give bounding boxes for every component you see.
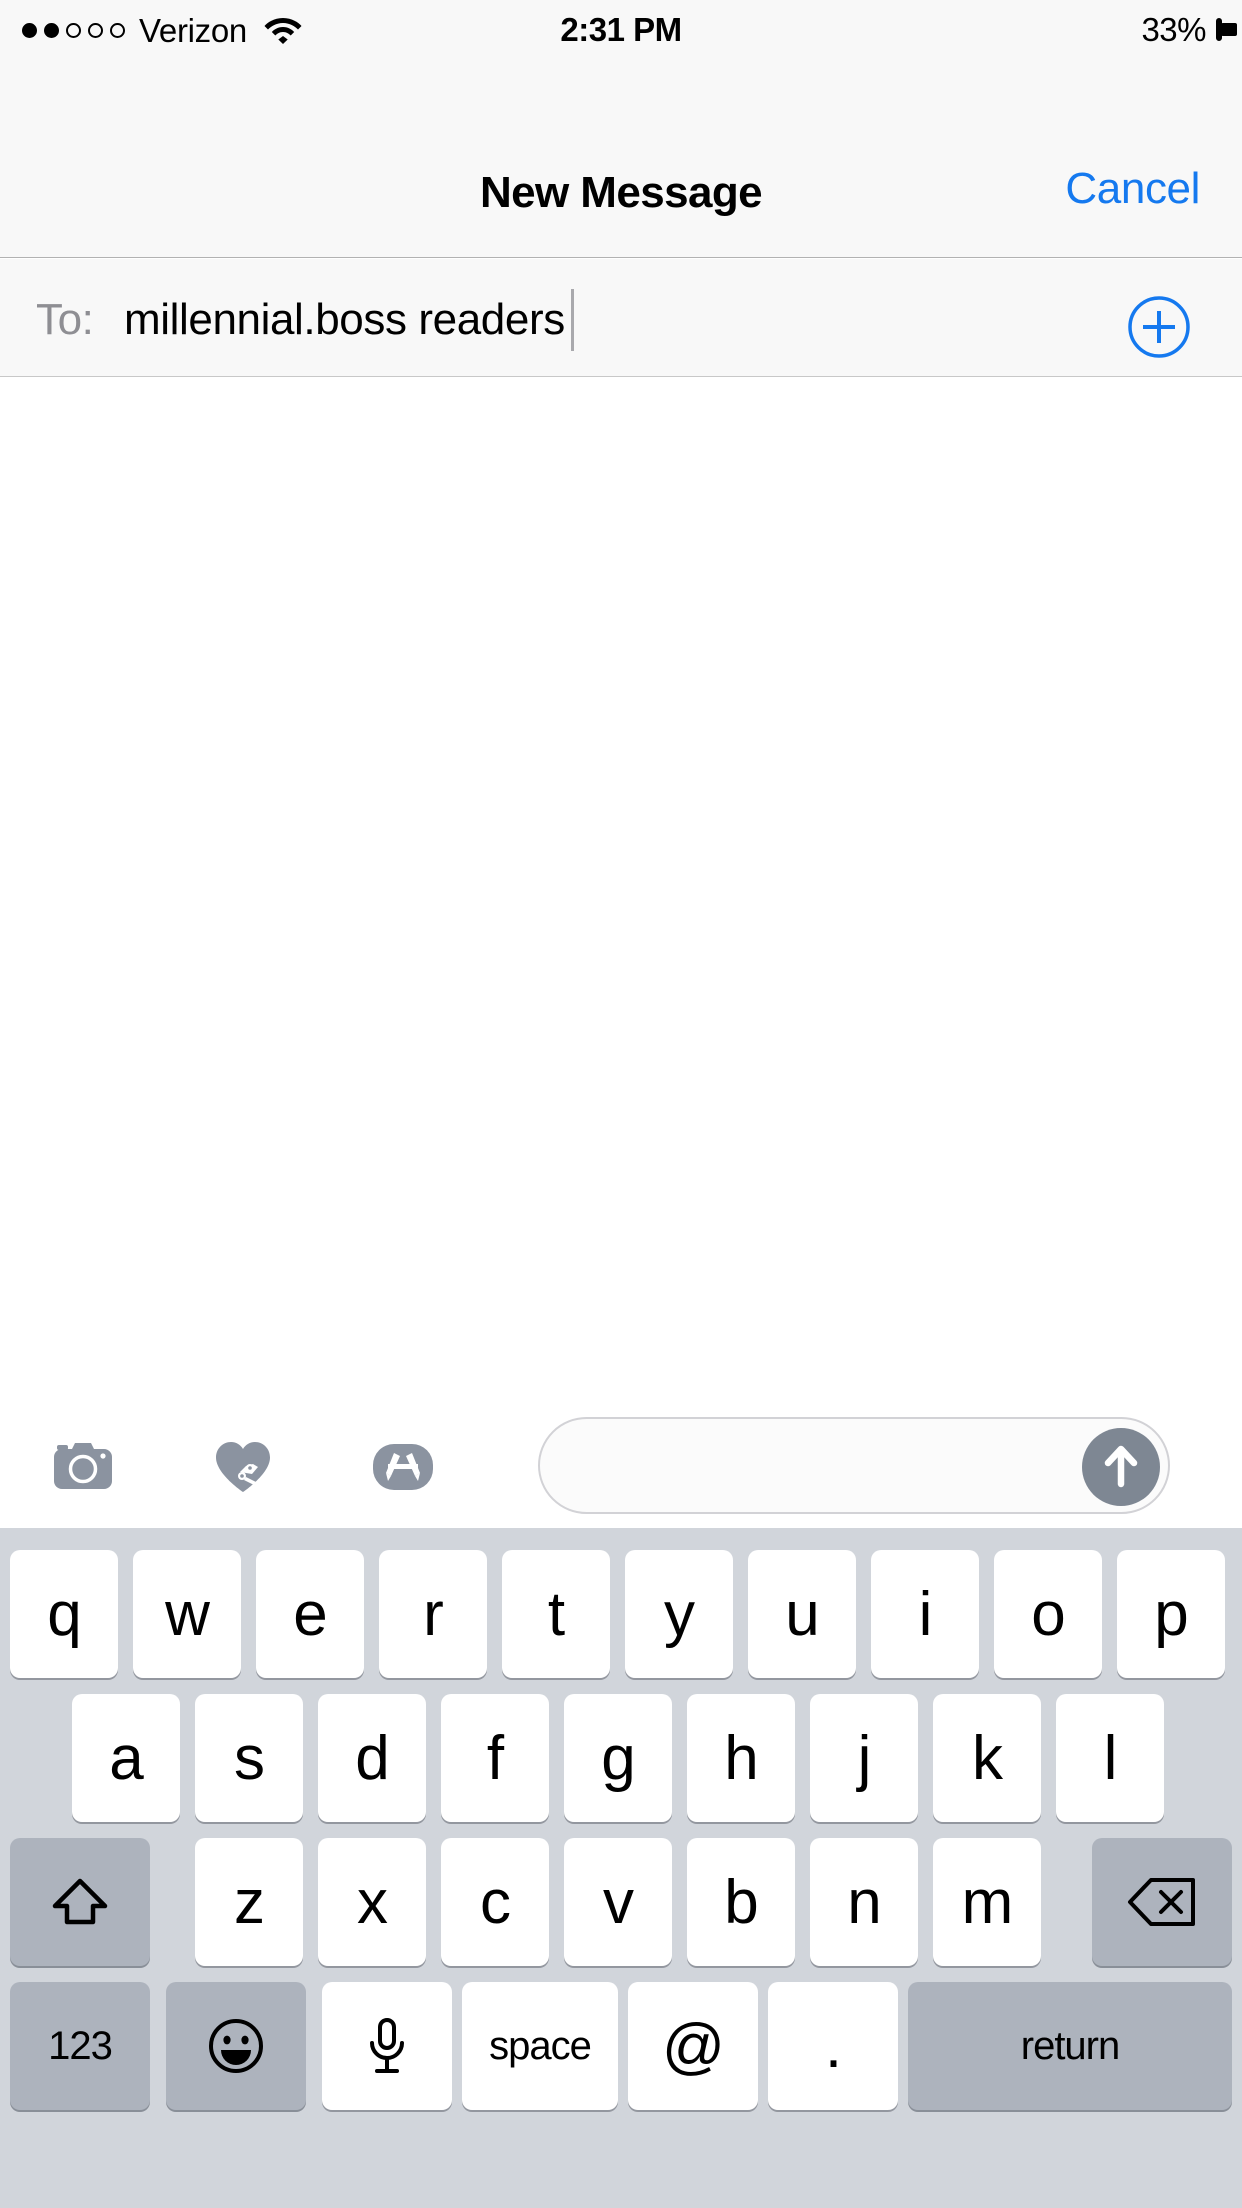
smiley-face-icon[interactable]	[166, 1982, 306, 2110]
shift-arrow-icon[interactable]	[10, 1838, 150, 1966]
camera-icon[interactable]	[52, 1436, 114, 1498]
heart-hand-icon[interactable]	[212, 1436, 274, 1498]
key-w[interactable]: w	[133, 1550, 241, 1678]
key-q[interactable]: q	[10, 1550, 118, 1678]
message-input[interactable]	[568, 1419, 1078, 1516]
microphone-icon[interactable]	[322, 1982, 452, 2110]
on-screen-keyboard: q w e r t y u i o p a s d f g h j k l z …	[0, 1528, 1242, 2208]
key-c[interactable]: c	[441, 1838, 549, 1966]
message-input-container[interactable]	[538, 1417, 1170, 1516]
key-u[interactable]: u	[748, 1550, 856, 1678]
key-h[interactable]: h	[687, 1694, 795, 1822]
key-n[interactable]: n	[810, 1838, 918, 1966]
add-contact-button[interactable]	[1128, 296, 1190, 358]
keyboard-row-1: q w e r t y u i o p	[0, 1550, 1242, 1678]
key-a[interactable]: a	[72, 1694, 180, 1822]
key-y[interactable]: y	[625, 1550, 733, 1678]
space-key[interactable]: space	[462, 1982, 618, 2110]
send-button[interactable]	[1082, 1428, 1160, 1506]
key-o[interactable]: o	[994, 1550, 1102, 1678]
key-i[interactable]: i	[871, 1550, 979, 1678]
key-g[interactable]: g	[564, 1694, 672, 1822]
key-r[interactable]: r	[379, 1550, 487, 1678]
key-s[interactable]: s	[195, 1694, 303, 1822]
key-d[interactable]: d	[318, 1694, 426, 1822]
keyboard-row-4: 123 space @ . return	[0, 1982, 1242, 2110]
key-p[interactable]: p	[1117, 1550, 1225, 1678]
conversation-body	[0, 378, 1242, 1406]
key-l[interactable]: l	[1056, 1694, 1164, 1822]
app-store-icon[interactable]	[372, 1436, 434, 1498]
key-v[interactable]: v	[564, 1838, 672, 1966]
key-e[interactable]: e	[256, 1550, 364, 1678]
battery-percent-label: 33%	[1141, 11, 1206, 48]
key-j[interactable]: j	[810, 1694, 918, 1822]
key-z[interactable]: z	[195, 1838, 303, 1966]
status-bar: Verizon 2:31 PM 33%	[0, 0, 1242, 60]
to-label: To:	[36, 295, 94, 344]
key-t[interactable]: t	[502, 1550, 610, 1678]
key-b[interactable]: b	[687, 1838, 795, 1966]
period-key[interactable]: .	[768, 1982, 898, 2110]
key-x[interactable]: x	[318, 1838, 426, 1966]
status-bar-time: 2:31 PM	[560, 11, 682, 48]
return-key[interactable]: return	[908, 1982, 1232, 2110]
numeric-mode-key[interactable]: 123	[10, 1982, 150, 2110]
navigation-bar: New Message Cancel	[0, 60, 1242, 258]
iphone-screen: Verizon 2:31 PM 33% New Message Cancel T…	[0, 0, 1242, 2208]
recipient-field-row[interactable]: To: millennial.boss readers	[0, 259, 1242, 377]
keyboard-row-2: a s d f g h j k l	[0, 1694, 1242, 1822]
key-m[interactable]: m	[933, 1838, 1041, 1966]
status-bar-right: 33%	[1141, 0, 1237, 60]
key-k[interactable]: k	[933, 1694, 1041, 1822]
cancel-button[interactable]: Cancel	[1065, 164, 1200, 214]
page-title: New Message	[480, 168, 763, 217]
keyboard-row-3: z x c v b n m	[0, 1838, 1242, 1966]
backspace-delete-icon[interactable]	[1092, 1838, 1232, 1966]
at-symbol-key[interactable]: @	[628, 1982, 758, 2110]
text-caret	[571, 289, 574, 351]
key-f[interactable]: f	[441, 1694, 549, 1822]
recipient-value: millennial.boss readers	[124, 295, 565, 344]
battery-icon	[1216, 18, 1237, 41]
